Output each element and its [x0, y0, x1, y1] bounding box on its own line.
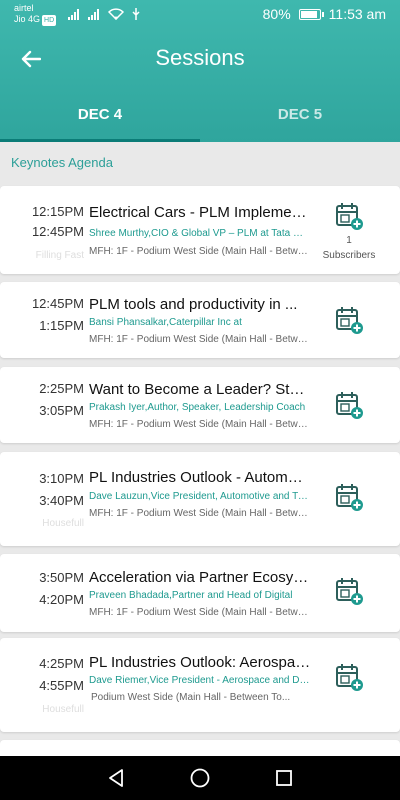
- nav-recent-button[interactable]: [271, 766, 297, 790]
- session-card[interactable]: 3:50PM 4:20PM Acceleration via Partner E…: [0, 554, 400, 632]
- app-header: airtel Jio 4G HD 80% 11:53 am Sessions DE…: [0, 0, 400, 142]
- session-title: Acceleration via Partner Ecosystem: [89, 569, 311, 586]
- end-time: 4:55PM: [39, 678, 84, 693]
- carrier-1: airtel: [14, 3, 34, 13]
- session-title: PL Industries Outlook: Aerospace: [89, 654, 311, 671]
- start-time: 4:25PM: [39, 656, 84, 671]
- session-venue: MFH: 1F - Podium West Side (Main Hall - …: [89, 246, 311, 257]
- end-time: 3:05PM: [39, 403, 84, 418]
- status-bar: airtel Jio 4G HD 80% 11:53 am: [0, 0, 400, 30]
- start-time: 3:10PM: [39, 471, 84, 486]
- nav-back-button[interactable]: [103, 766, 129, 790]
- section-title: Keynotes Agenda: [11, 155, 113, 170]
- end-time: 3:40PM: [39, 493, 84, 508]
- session-title: PL Industries Outlook - Automotive: [89, 469, 311, 486]
- page-title: Sessions: [155, 45, 245, 70]
- session-card[interactable]: 3:10PM 3:40PM Housefull PL Industries Ou…: [0, 452, 400, 546]
- session-venue: Podium West Side (Main Hall - Between To…: [91, 692, 291, 703]
- calendar-add-icon[interactable]: [335, 202, 363, 230]
- session-status: Housefull: [42, 704, 84, 715]
- session-venue: MFH: 1F - Podium West Side (Main Hall - …: [89, 419, 311, 430]
- calendar-add-icon[interactable]: [335, 483, 363, 511]
- calendar-add-icon[interactable]: [335, 306, 363, 334]
- session-speaker: Bansi Phansalkar,Caterpillar Inc at: [89, 317, 242, 328]
- circle-home-icon: [190, 768, 210, 788]
- app-bar: Sessions: [0, 30, 400, 88]
- session-card[interactable]: 12:15PM 12:45PM Filling Fast Electrical …: [0, 186, 400, 274]
- subscribers-label: Subscribers: [322, 250, 376, 261]
- session-title: PLM tools and productivity in ...: [89, 296, 298, 313]
- start-time: 12:15PM: [31, 204, 84, 219]
- session-venue: MFH: 1F - Podium West Side (Main Hall - …: [89, 607, 311, 618]
- hd-badge: HD: [42, 15, 57, 26]
- session-title: Electrical Cars - PLM Implementation...: [89, 204, 311, 221]
- nav-home-button[interactable]: [187, 766, 213, 790]
- session-title: Want to Become a Leader? Start...: [89, 381, 311, 398]
- square-recent-icon: [276, 770, 292, 786]
- session-speaker: Dave Riemer,Vice President - Aerospace a…: [89, 675, 311, 686]
- clock: 11:53 am: [328, 6, 386, 22]
- wifi-icon: [108, 8, 124, 20]
- end-time: 12:45PM: [31, 224, 84, 239]
- signal-icon-2: [88, 9, 99, 20]
- status-right: 80% 11:53 am: [263, 6, 386, 22]
- session-card[interactable]: 12:45PM 1:15PM PLM tools and productivit…: [0, 282, 400, 358]
- session-card[interactable]: 2:25PM 3:05PM Want to Become a Leader? S…: [0, 367, 400, 443]
- signal-icon: [68, 9, 79, 20]
- battery-icon: [298, 8, 324, 20]
- session-speaker: Dave Lauzun,Vice President, Automotive a…: [89, 491, 311, 502]
- calendar-add-icon[interactable]: [335, 577, 363, 605]
- session-venue: MFH: 1F - Podium West Side (Main Hall - …: [89, 334, 311, 345]
- session-card[interactable]: 4:25PM 4:55PM Housefull PL Industries Ou…: [0, 638, 400, 732]
- start-time: 12:45PM: [31, 296, 84, 311]
- carrier-info: airtel Jio 4G HD: [14, 3, 57, 26]
- calendar-add-icon[interactable]: [335, 391, 363, 419]
- session-speaker: Prakash Iyer,Author, Speaker, Leadership…: [89, 402, 306, 413]
- system-nav-bar: [0, 756, 400, 800]
- battery-percent: 80%: [262, 6, 291, 22]
- calendar-add-icon[interactable]: [335, 663, 363, 691]
- date-tabs: DEC 4 DEC 5: [0, 88, 400, 142]
- session-status: Filling Fast: [35, 250, 84, 261]
- start-time: 3:50PM: [39, 570, 84, 585]
- session-venue: MFH: 1F - Podium West Side (Main Hall - …: [89, 508, 311, 519]
- triangle-back-icon: [109, 769, 123, 787]
- subscribers-count: 1: [346, 235, 352, 246]
- usb-icon: [132, 8, 140, 20]
- session-status: Housefull: [42, 518, 84, 529]
- carrier-2: Jio 4G: [14, 14, 41, 24]
- tab-dec-5[interactable]: DEC 5: [200, 88, 400, 142]
- end-time: 4:20PM: [39, 592, 84, 607]
- tab-dec-4[interactable]: DEC 4: [0, 88, 200, 142]
- signal-icons: [68, 8, 140, 20]
- session-speaker: Praveen Bhadada,Partner and Head of Digi…: [89, 590, 293, 601]
- start-time: 2:25PM: [39, 381, 84, 396]
- end-time: 1:15PM: [39, 318, 84, 333]
- session-speaker: Shree Murthy,CIO & Global VP – PLM at Ta…: [89, 228, 311, 239]
